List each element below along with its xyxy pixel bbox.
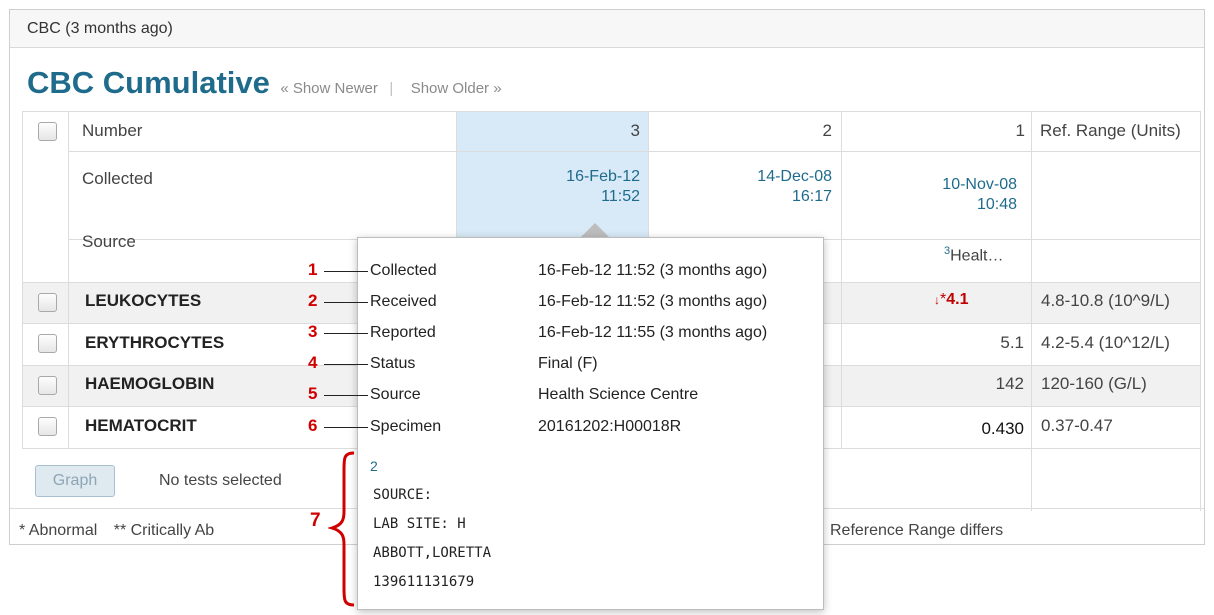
haemoglobin-checkbox[interactable] bbox=[38, 376, 57, 395]
ref-range-haemoglobin: 120-160 (G/L) bbox=[1041, 374, 1147, 393]
annotation-2: 2 bbox=[308, 291, 318, 310]
collected-row-label: Collected bbox=[82, 169, 153, 188]
graph-button[interactable]: Graph bbox=[35, 465, 115, 497]
collected-date-2[interactable]: 14-Dec-08 16:17 bbox=[654, 167, 832, 207]
show-newer-link[interactable]: « Show Newer bbox=[280, 80, 378, 97]
source-value-1: 3Healt… bbox=[944, 245, 1003, 265]
hematocrit-checkbox[interactable] bbox=[38, 417, 57, 436]
grid-line bbox=[22, 111, 1201, 112]
popup-label-source: Source bbox=[370, 386, 421, 403]
note-line-4: 139611131679 bbox=[373, 574, 475, 590]
annotation-line-2 bbox=[324, 302, 368, 303]
test-name-haemoglobin: HAEMOGLOBIN bbox=[85, 374, 215, 393]
column-number-2: 2 bbox=[822, 121, 832, 140]
collected-date-3-day: 16-Feb-12 bbox=[566, 168, 640, 185]
test-name-leukocytes: LEUKOCYTES bbox=[85, 291, 202, 310]
popup-value-source: Health Science Centre bbox=[538, 386, 699, 403]
collected-date-2-day: 14-Dec-08 bbox=[757, 168, 832, 185]
note-line-2: LAB SITE: H bbox=[373, 516, 466, 532]
annotation-1: 1 bbox=[308, 260, 318, 279]
haemoglobin-value: 142 bbox=[995, 374, 1024, 393]
annotation-3: 3 bbox=[308, 322, 318, 341]
popup-label-specimen: Specimen bbox=[370, 418, 442, 435]
ref-range-leukocytes: 4.8-10.8 (10^9/L) bbox=[1041, 291, 1170, 310]
note-footnote-index: 2 bbox=[370, 458, 378, 474]
annotation-line-6 bbox=[324, 427, 368, 428]
leukocytes-result: 4.1 bbox=[946, 291, 969, 308]
grid-line bbox=[68, 111, 69, 448]
popup-label-collected: Collected bbox=[370, 262, 437, 279]
hematocrit-value: 0.430 bbox=[981, 419, 1024, 438]
legend-ref-differs: Reference Range differs bbox=[830, 522, 1004, 539]
popup-arrow bbox=[580, 223, 610, 238]
annotation-7: 7 bbox=[310, 510, 321, 531]
popup-label-reported: Reported bbox=[370, 324, 436, 341]
test-name-erythrocytes: ERYTHROCYTES bbox=[85, 333, 225, 352]
annotation-5: 5 bbox=[308, 384, 318, 403]
annotation-brace-icon bbox=[328, 451, 355, 607]
grid-line bbox=[456, 111, 457, 239]
annotation-line-4 bbox=[324, 364, 368, 365]
erythrocytes-checkbox[interactable] bbox=[38, 334, 57, 353]
popup-value-reported: 16-Feb-12 11:55 (3 months ago) bbox=[538, 324, 768, 341]
title-row: CBC Cumulative « Show Newer | Show Older… bbox=[27, 65, 502, 105]
note-line-3: ABBOTT,LORETTA bbox=[373, 545, 492, 561]
grid-line bbox=[1031, 111, 1032, 511]
note-line-1: SOURCE: bbox=[373, 487, 433, 503]
popup-value-received: 16-Feb-12 11:52 (3 months ago) bbox=[538, 293, 768, 310]
legend-abnormal: * Abnormal bbox=[19, 522, 98, 539]
details-popup: Collected 16-Feb-12 11:52 (3 months ago)… bbox=[357, 237, 824, 610]
erythrocytes-value: 5.1 bbox=[1000, 333, 1024, 352]
ref-range-erythrocytes: 4.2-5.4 (10^12/L) bbox=[1041, 333, 1170, 352]
column-number-1: 1 bbox=[1015, 121, 1025, 140]
grid-line bbox=[22, 111, 23, 448]
collected-date-3[interactable]: 16-Feb-12 11:52 bbox=[462, 167, 640, 207]
grid-line bbox=[1200, 111, 1201, 511]
ref-range-hematocrit: 0.37-0.47 bbox=[1041, 416, 1113, 435]
select-all-checkbox[interactable] bbox=[38, 122, 57, 141]
collected-date-1-day: 10-Nov-08 bbox=[942, 176, 1017, 193]
leukocytes-checkbox[interactable] bbox=[38, 293, 57, 312]
page-title: CBC Cumulative bbox=[27, 65, 270, 100]
no-tests-selected: No tests selected bbox=[159, 472, 282, 489]
panel-header-name: CBC bbox=[27, 20, 61, 37]
popup-value-status: Final (F) bbox=[538, 355, 598, 372]
column-number-3: 3 bbox=[630, 121, 640, 140]
popup-label-received: Received bbox=[370, 293, 437, 310]
nav-separator: | bbox=[389, 80, 394, 97]
panel-header: CBC (3 months ago) bbox=[10, 10, 1204, 48]
ref-range-header: Ref. Range (Units) bbox=[1040, 121, 1181, 140]
collected-date-3-time: 11:52 bbox=[601, 188, 640, 205]
source-text-1: Healt… bbox=[950, 247, 1004, 265]
annotation-line-3 bbox=[324, 333, 368, 334]
popup-label-status: Status bbox=[370, 355, 416, 372]
collected-date-1-time: 10:48 bbox=[976, 196, 1017, 213]
annotation-line-5 bbox=[324, 395, 368, 396]
popup-value-collected: 16-Feb-12 11:52 (3 months ago) bbox=[538, 262, 768, 279]
annotation-line-1 bbox=[324, 271, 368, 272]
grid-line bbox=[648, 111, 649, 239]
leukocytes-value: ↓*4.1 bbox=[934, 291, 968, 309]
popup-value-specimen: 20161202:H00018R bbox=[538, 418, 682, 435]
number-row-label: Number bbox=[82, 121, 143, 140]
annotation-4: 4 bbox=[308, 353, 318, 372]
panel-header-age: (3 months ago) bbox=[65, 20, 173, 37]
test-name-hematocrit: HEMATOCRIT bbox=[85, 416, 197, 435]
annotation-6: 6 bbox=[308, 416, 318, 435]
collected-date-2-time: 16:17 bbox=[791, 188, 832, 205]
collected-date-1[interactable]: 10-Nov-08 10:48 bbox=[847, 175, 1017, 215]
show-older-link[interactable]: Show Older » bbox=[411, 80, 502, 97]
legend-footer: * Abnormal ** Critically Ab bbox=[19, 522, 214, 540]
legend-critical: ** Critically Ab bbox=[113, 522, 215, 539]
grid-line bbox=[841, 111, 842, 448]
source-row-label: Source bbox=[82, 232, 136, 251]
